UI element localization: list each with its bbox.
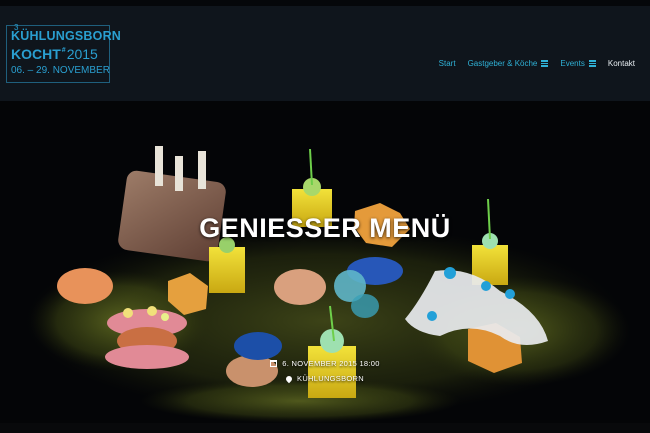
menu-icon bbox=[588, 60, 596, 67]
bottom-bar bbox=[0, 423, 650, 433]
event-location: KÜHLUNGSBORN bbox=[297, 374, 364, 383]
hero-title: GENIESSER MENÜ bbox=[199, 213, 451, 243]
logo-kocht: KOCHT bbox=[11, 46, 61, 62]
hero-section: GENIESSER MENÜ 6. NOVEMBER 2015 18:00 KÜ… bbox=[0, 101, 650, 423]
logo-superscript: 3 bbox=[14, 23, 19, 32]
event-meta: 6. NOVEMBER 2015 18:00 KÜHLUNGSBORN bbox=[0, 359, 650, 383]
event-location-row: KÜHLUNGSBORN bbox=[284, 374, 364, 383]
event-date-row: 6. NOVEMBER 2015 18:00 bbox=[270, 359, 379, 368]
logo-year: 2015 bbox=[66, 46, 98, 62]
nav-label-events: Events bbox=[560, 59, 585, 68]
nav-item-events[interactable]: Events bbox=[560, 59, 596, 68]
logo-line-2: KOCHT#2015 bbox=[11, 47, 98, 61]
site-header: 3 KÜHLUNGSBORN KOCHT#2015 06. – 29. NOVE… bbox=[0, 6, 650, 101]
nav-label-kontakt: Kontakt bbox=[607, 59, 635, 68]
map-pin-icon bbox=[284, 374, 294, 383]
nav-item-start[interactable]: Start bbox=[439, 59, 456, 68]
nav-item-kontakt[interactable]: Kontakt bbox=[608, 59, 635, 68]
nav-label-gastgeber: Gastgeber & Köche bbox=[467, 59, 538, 68]
main-nav: Start Gastgeber & Köche Events Kontakt bbox=[439, 59, 635, 68]
nav-label-start: Start bbox=[438, 59, 456, 68]
nav-item-gastgeber[interactable]: Gastgeber & Köche bbox=[468, 59, 549, 68]
logo-town: KÜHLUNGSBORN bbox=[11, 29, 122, 43]
event-date: 6. NOVEMBER 2015 18:00 bbox=[282, 359, 380, 368]
menu-icon bbox=[541, 60, 549, 67]
logo-hash: # bbox=[61, 47, 66, 54]
calendar-icon bbox=[270, 360, 278, 367]
logo-dates: 06. – 29. NOVEMBER bbox=[11, 65, 110, 76]
site-logo[interactable]: 3 KÜHLUNGSBORN KOCHT#2015 06. – 29. NOVE… bbox=[6, 24, 121, 83]
logo-line-1: 3 KÜHLUNGSBORN bbox=[11, 24, 122, 43]
